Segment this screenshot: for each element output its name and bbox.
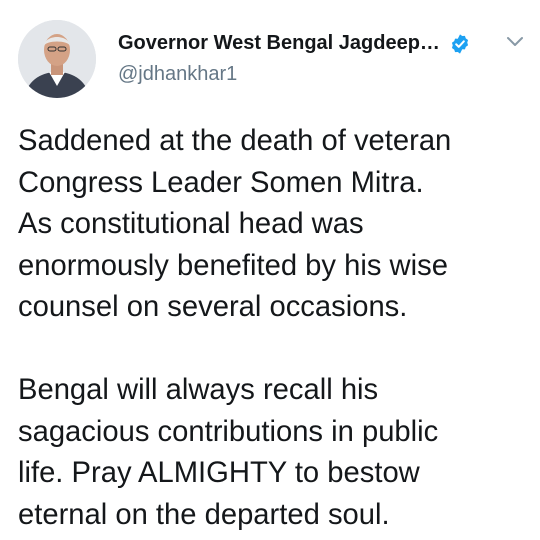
tweet-text: Saddened at the death of veteran Congres… — [18, 121, 533, 536]
chevron-down-icon[interactable] — [504, 31, 526, 53]
avatar-image — [18, 20, 96, 98]
tweet-paragraph: Bengal will always recall his sagacious … — [18, 374, 439, 531]
author-avatar[interactable] — [18, 20, 96, 98]
tweet-card: Governor West Bengal Jagdeep… @jdhankhar… — [0, 0, 540, 540]
author-handle[interactable]: @jdhankhar1 — [118, 63, 237, 86]
tweet-paragraph: Saddened at the death of veteran Congres… — [18, 125, 452, 323]
author-display-name[interactable]: Governor West Bengal Jagdeep… — [118, 32, 440, 55]
verified-badge-icon — [449, 33, 471, 55]
author-name-row[interactable]: Governor West Bengal Jagdeep… — [118, 32, 471, 55]
